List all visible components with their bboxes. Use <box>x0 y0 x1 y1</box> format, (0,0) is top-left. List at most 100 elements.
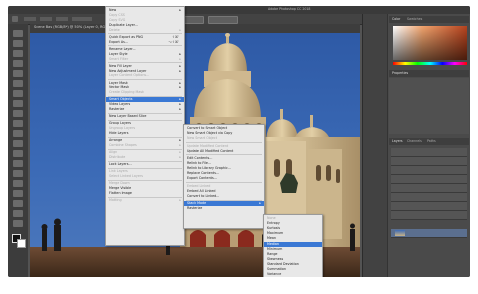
submenu-arrow-icon: ▸ <box>179 107 181 112</box>
menu-item-delete: Delete ▸ <box>106 28 184 33</box>
layer-menu: New ▸ Copy CSS Copy SVG Duplicate Layer... De… <box>105 6 185 246</box>
menu-item-label: Ungroup Layers <box>109 126 136 131</box>
quick-select-tool-icon[interactable] <box>13 60 23 67</box>
menu-item-label: Create Clipping Mask <box>109 90 144 95</box>
menu-item-export-contents[interactable]: Export Contents... <box>184 176 264 181</box>
menu-item-label: New Smart Object <box>187 136 217 140</box>
tab-color[interactable]: Color <box>392 17 400 21</box>
hand-tool-icon[interactable] <box>13 210 23 217</box>
panel-tabs: Color Swatches <box>389 16 469 23</box>
dodge-tool-icon[interactable] <box>13 160 23 167</box>
menu-item-label: Export Contents... <box>187 176 217 181</box>
tab-paths[interactable]: Paths <box>427 139 436 143</box>
option-button[interactable] <box>208 16 238 24</box>
menu-item-select-linked-layers: Select Linked Layers <box>106 174 184 179</box>
menu-item-label: Rename Layer... <box>109 46 136 51</box>
menu-item-lock-layers[interactable]: Lock Layers... <box>106 162 184 167</box>
menu-item-label: Video Layers <box>109 102 131 107</box>
photoshop-window: Adobe Photoshop CC 2018 Scene Bas (RGB/8… <box>8 6 470 277</box>
menu-item-export-as[interactable]: Export As... ⌥⇧⌘' <box>106 40 184 45</box>
menu-item-label: Layer Mask <box>109 80 128 85</box>
layer-row[interactable] <box>391 166 467 175</box>
menu-item-label: Range <box>267 251 278 256</box>
option-control[interactable] <box>56 17 68 21</box>
menu-item-label: New Smart Object via Copy <box>187 131 233 135</box>
layer-row[interactable] <box>391 202 467 211</box>
tab-layers[interactable]: Layers <box>392 139 403 143</box>
option-control[interactable] <box>72 17 92 21</box>
menu-item-label: New <box>109 8 117 12</box>
menu-item-variance[interactable]: Variance <box>264 272 322 277</box>
move-tool-icon[interactable] <box>13 30 23 37</box>
menu-item-label: Update Modified Content <box>187 143 229 148</box>
menu-item-convert-to-linked[interactable]: Convert to Linked... <box>184 194 264 199</box>
menu-item-label: Entropy <box>267 221 280 226</box>
tab-channels[interactable]: Channels <box>407 139 422 143</box>
shape-tool-icon[interactable] <box>13 200 23 207</box>
menu-item-label: Merge Down <box>109 181 130 186</box>
menu-item-create-clipping-mask: Create Clipping Mask <box>106 90 184 95</box>
menu-item-flatten-image[interactable]: Flatten Image <box>106 191 184 196</box>
clone-stamp-tool-icon[interactable] <box>13 110 23 117</box>
healing-brush-tool-icon[interactable] <box>13 90 23 97</box>
layer-row[interactable] <box>391 157 467 166</box>
path-select-tool-icon[interactable] <box>13 190 23 197</box>
menu-item-label: Group Layers <box>109 121 131 126</box>
history-brush-tool-icon[interactable] <box>13 120 23 127</box>
menu-item-rasterize[interactable]: Rasterize ▸ <box>106 107 184 112</box>
menu-item-update-all-modified-content[interactable]: Update All Modified Content <box>184 149 264 154</box>
submenu-arrow-icon: ▸ <box>179 198 181 203</box>
menu-item-new-layer-based-slice[interactable]: New Layer Based Slice <box>106 114 184 119</box>
menu-item-label: Update All Modified Content <box>187 148 234 153</box>
blur-tool-icon[interactable] <box>13 150 23 157</box>
option-control[interactable] <box>40 17 52 21</box>
layer-row[interactable] <box>391 175 467 184</box>
pen-tool-icon[interactable] <box>13 170 23 177</box>
menu-item-label: Align <box>109 150 118 155</box>
menu-item-label: Standard Deviation <box>267 261 299 266</box>
gradient-tool-icon[interactable] <box>13 140 23 147</box>
color-picker-field[interactable] <box>393 26 467 60</box>
layer-row-selected[interactable] <box>391 229 467 238</box>
menu-item-label: Convert to Linked... <box>187 193 220 198</box>
menu-item-label: Embed All Linked <box>187 188 216 193</box>
menu-item-label: Layer Content Options... <box>109 73 150 78</box>
app-title: Adobe Photoshop CC 2018 <box>268 7 311 11</box>
menu-item-label: Lock Layers... <box>109 162 132 167</box>
properties-body <box>389 78 469 134</box>
tool-preset-icon[interactable] <box>12 16 18 22</box>
layer-thumbnail <box>395 230 405 236</box>
menu-item-rasterize[interactable]: Rasterize <box>184 206 264 211</box>
type-tool-icon[interactable] <box>13 180 23 187</box>
hue-slider[interactable] <box>393 62 467 65</box>
layer-row[interactable] <box>391 193 467 202</box>
background-color-swatch[interactable] <box>17 239 26 248</box>
menu-item-matting: Matting ▸ <box>106 198 184 203</box>
crop-tool-icon[interactable] <box>13 70 23 77</box>
zoom-tool-icon[interactable] <box>13 220 23 227</box>
submenu-arrow-icon: ▸ <box>179 155 181 160</box>
menu-item-label: New Layer Based Slice <box>109 114 147 119</box>
menu-item-label: Select Linked Layers <box>109 174 143 179</box>
properties-header: Properties <box>389 70 469 77</box>
submenu-arrow-icon: ▸ <box>179 56 181 61</box>
option-control[interactable] <box>24 17 36 21</box>
tab-properties[interactable]: Properties <box>392 71 408 75</box>
brush-tool-icon[interactable] <box>13 100 23 107</box>
layer-row[interactable] <box>391 211 467 220</box>
menu-item-label: Summation <box>267 267 286 271</box>
layers-header: Layers Channels Paths <box>389 138 469 145</box>
tools-panel <box>8 24 28 277</box>
menu-item-hide-layers[interactable]: Hide Layers <box>106 131 184 136</box>
marquee-tool-icon[interactable] <box>13 40 23 47</box>
lasso-tool-icon[interactable] <box>13 50 23 57</box>
eraser-tool-icon[interactable] <box>13 130 23 137</box>
eyedropper-tool-icon[interactable] <box>13 80 23 87</box>
layer-row[interactable] <box>391 148 467 157</box>
menu-item-label: Delete <box>109 27 120 32</box>
tab-swatches[interactable]: Swatches <box>407 17 422 21</box>
menu-item-label: Minimum <box>267 246 283 251</box>
submenu-arrow-icon: ▸ <box>179 143 181 148</box>
menu-item-label: Link Layers <box>109 169 128 174</box>
layer-row[interactable] <box>391 184 467 193</box>
